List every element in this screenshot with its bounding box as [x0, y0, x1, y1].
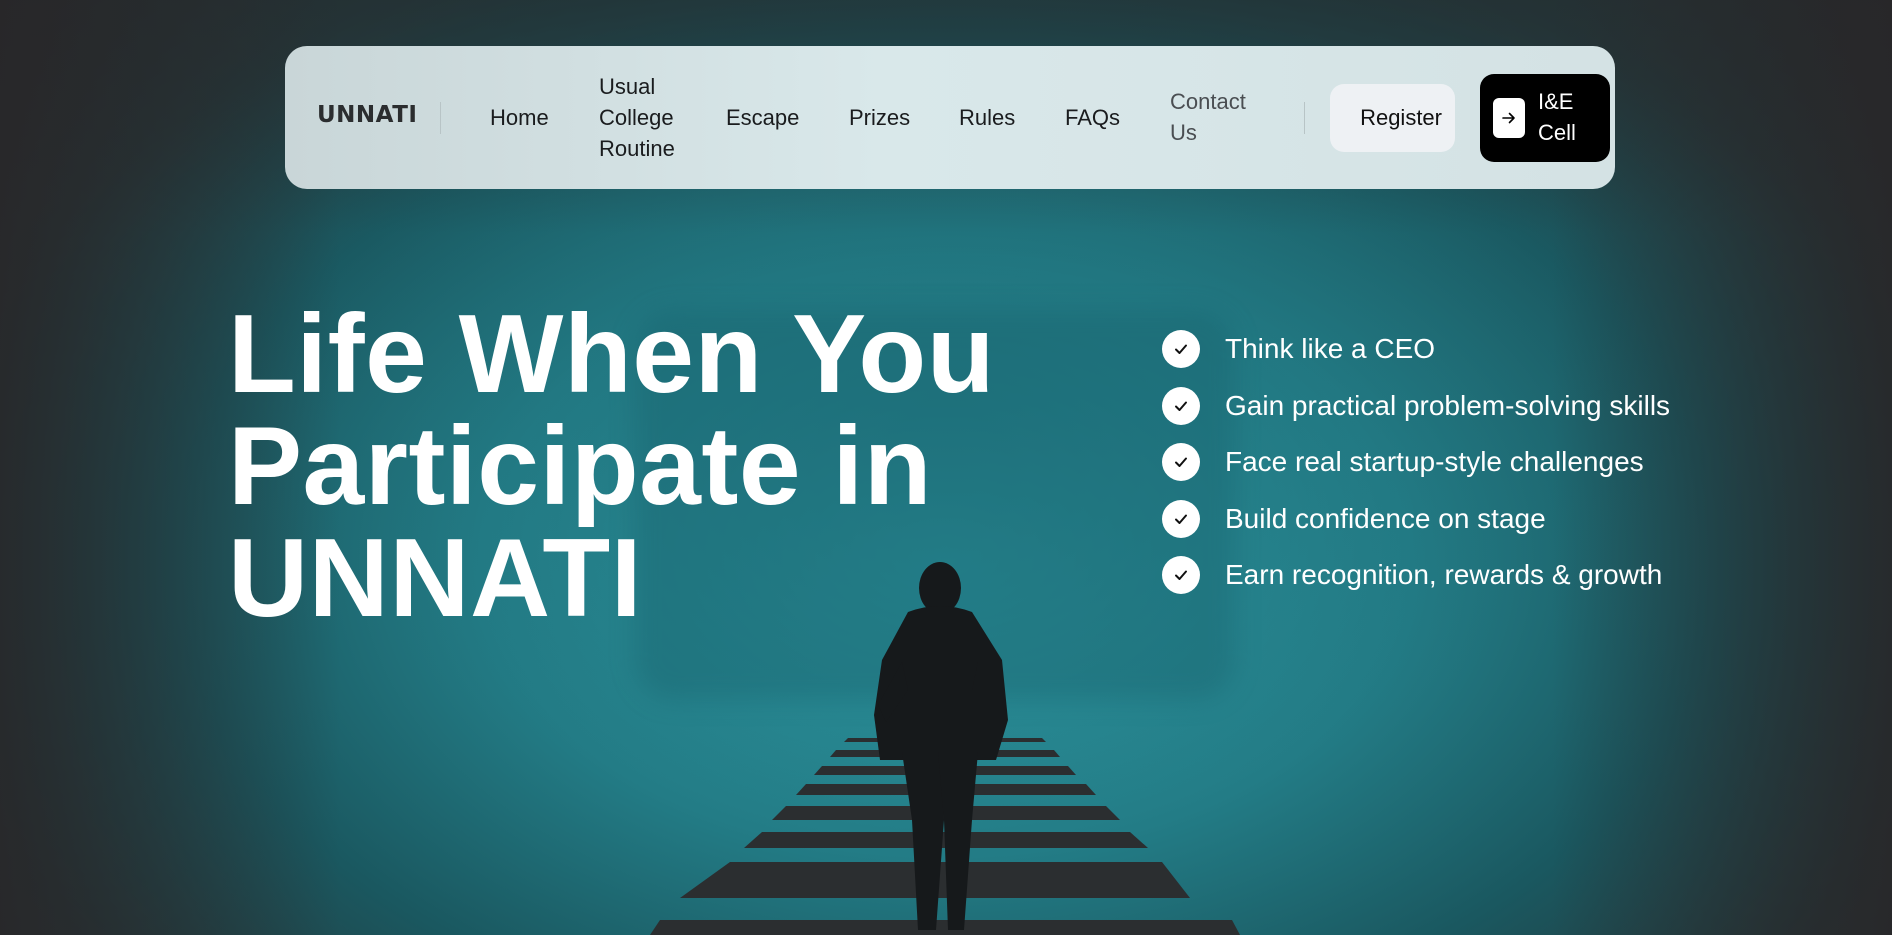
unnati-logo[interactable]: UNNATI: [317, 102, 417, 128]
benefit-text: Gain practical problem-solving skills: [1225, 389, 1671, 421]
nav-link-escape[interactable]: Escape: [726, 102, 799, 133]
ie-cell-button-label: I&E Cell: [1538, 89, 1576, 145]
benefit-item: Earn recognition, rewards & growth: [1162, 556, 1862, 594]
benefit-item: Face real startup-style challenges: [1162, 443, 1862, 481]
nav-divider: [440, 102, 441, 134]
benefits-list: Think like a CEO Gain practical problem-…: [1162, 330, 1862, 613]
nav-link-prizes[interactable]: Prizes: [849, 102, 910, 133]
check-icon: [1162, 386, 1200, 425]
nav-link-home[interactable]: Home: [490, 102, 549, 133]
benefit-item: Gain practical problem-solving skills: [1162, 386, 1862, 425]
benefit-item: Think like a CEO: [1162, 330, 1862, 368]
check-icon: [1162, 556, 1200, 594]
check-icon: [1162, 443, 1200, 481]
register-button-label: Register: [1360, 105, 1442, 130]
hero-title-line: Participate in: [228, 404, 933, 528]
page: UNNATI Home Usual College Routine Escape…: [0, 0, 1892, 935]
benefit-text: Face real startup-style challenges: [1225, 446, 1644, 477]
arrow-right-icon: [1493, 98, 1525, 138]
check-icon: [1162, 330, 1200, 368]
navbar: UNNATI Home Usual College Routine Escape…: [285, 46, 1615, 189]
nav-link-contact-us[interactable]: Contact Us: [1170, 86, 1255, 148]
hero-title-line: UNNATI: [228, 516, 643, 640]
benefit-item: Build confidence on stage: [1162, 499, 1862, 538]
hero-title-line: Life When You: [228, 292, 996, 416]
nav-link-usual-college-routine[interactable]: Usual College Routine: [599, 71, 689, 164]
nav-divider: [1304, 102, 1305, 134]
check-icon: [1162, 499, 1200, 538]
benefit-text: Earn recognition, rewards & growth: [1225, 559, 1663, 590]
benefit-text: Build confidence on stage: [1225, 502, 1546, 534]
register-button[interactable]: Register: [1330, 84, 1455, 152]
hero-title: Life When You Participate in UNNATI: [228, 298, 1088, 634]
ie-cell-button[interactable]: I&E Cell: [1480, 74, 1610, 162]
nav-link-rules[interactable]: Rules: [959, 102, 1015, 133]
benefit-text: Think like a CEO: [1225, 333, 1436, 364]
nav-link-faqs[interactable]: FAQs: [1065, 102, 1120, 133]
